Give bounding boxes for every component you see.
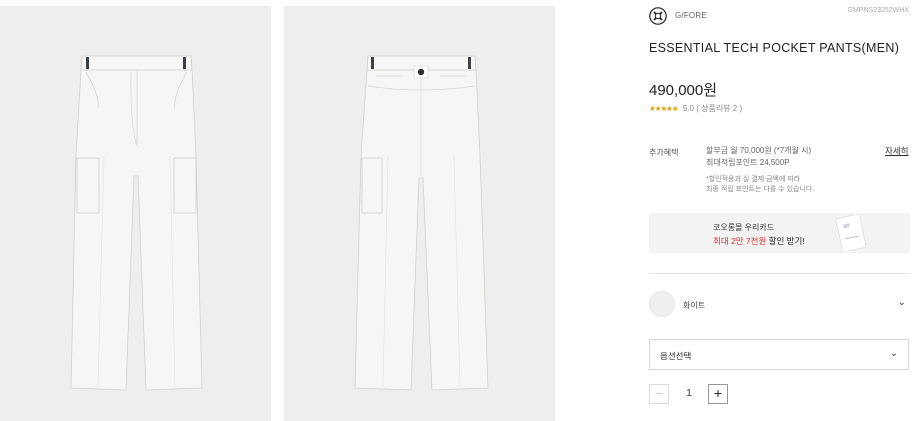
- card-promo-suffix: 할인 받기!: [766, 236, 805, 246]
- pants-back-illustration: [354, 55, 489, 391]
- quantity-decrease-button[interactable]: −: [649, 384, 669, 404]
- benefit-note: *할인적용과 실 결제 금액에 따라 최종 적립 포인트는 다를 수 있습니다.: [706, 175, 896, 195]
- chevron-down-icon[interactable]: ⌄: [898, 297, 906, 308]
- skull-cross-logo-icon[interactable]: [649, 7, 667, 25]
- quantity-value[interactable]: 1: [679, 388, 699, 399]
- card-promo-banner[interactable]: 코오롱몰 우리카드 최대 2만 7천원 할인 받기!: [649, 213, 910, 253]
- product-image-back[interactable]: [284, 6, 555, 421]
- product-title: ESSENTIAL TECH POCKET PANTS(MEN): [649, 41, 900, 55]
- card-promo-title: 코오롱몰 우리카드: [713, 223, 775, 232]
- credit-card-icon: [835, 215, 867, 251]
- section-divider: [649, 273, 910, 274]
- benefit-detail-link[interactable]: 자세히: [885, 145, 908, 157]
- benefit-note-line1: *할인적용과 실 결제 금액에 따라: [706, 176, 801, 183]
- product-sku: GMPNS23252WHX: [847, 7, 909, 14]
- product-info-panel: G/FORE GMPNS23252WHX ESSENTIAL TECH POCK…: [649, 0, 914, 421]
- review-count-link[interactable]: ( 상품리뷰 2 ): [696, 104, 742, 113]
- option-select-label: 옵션선택: [660, 351, 692, 361]
- benefit-note-line2: 최종 적립 포인트는 다를 수 있습니다.: [706, 186, 815, 193]
- rating-row[interactable]: ★★★★★ 5.0 ( 상품리뷰 2 ): [649, 103, 742, 114]
- card-promo-offer: 최대 2만 7천원 할인 받기!: [713, 235, 805, 247]
- chevron-down-icon: ⌄: [889, 348, 898, 359]
- color-label: 화이트: [683, 301, 706, 310]
- installment-text: 할부금 월 70,000원 (*7개월 시): [706, 146, 812, 155]
- quantity-increase-button[interactable]: +: [708, 384, 728, 404]
- rating-stars-icon: ★★★★★: [649, 104, 679, 113]
- color-swatch-white[interactable]: [649, 291, 675, 317]
- color-selector[interactable]: 화이트 ⌄: [649, 291, 910, 319]
- benefit-label: 추가혜택: [649, 148, 679, 157]
- option-select-dropdown[interactable]: 옵션선택 ⌄: [649, 339, 909, 370]
- product-image-front[interactable]: [0, 6, 271, 421]
- brand-row: G/FORE GMPNS23252WHX: [649, 7, 914, 27]
- max-points-text: 최대적립포인트 24,500P: [706, 158, 790, 167]
- card-promo-highlight: 최대 2만 7천원: [713, 236, 767, 246]
- brand-name[interactable]: G/FORE: [675, 11, 707, 20]
- product-price: 490,000원: [649, 82, 718, 99]
- pants-front-illustration: [70, 55, 203, 391]
- benefit-details: 할부금 월 70,000원 (*7개월 시) 최대적립포인트 24,500P: [706, 145, 886, 169]
- rating-score: 5.0: [682, 104, 694, 113]
